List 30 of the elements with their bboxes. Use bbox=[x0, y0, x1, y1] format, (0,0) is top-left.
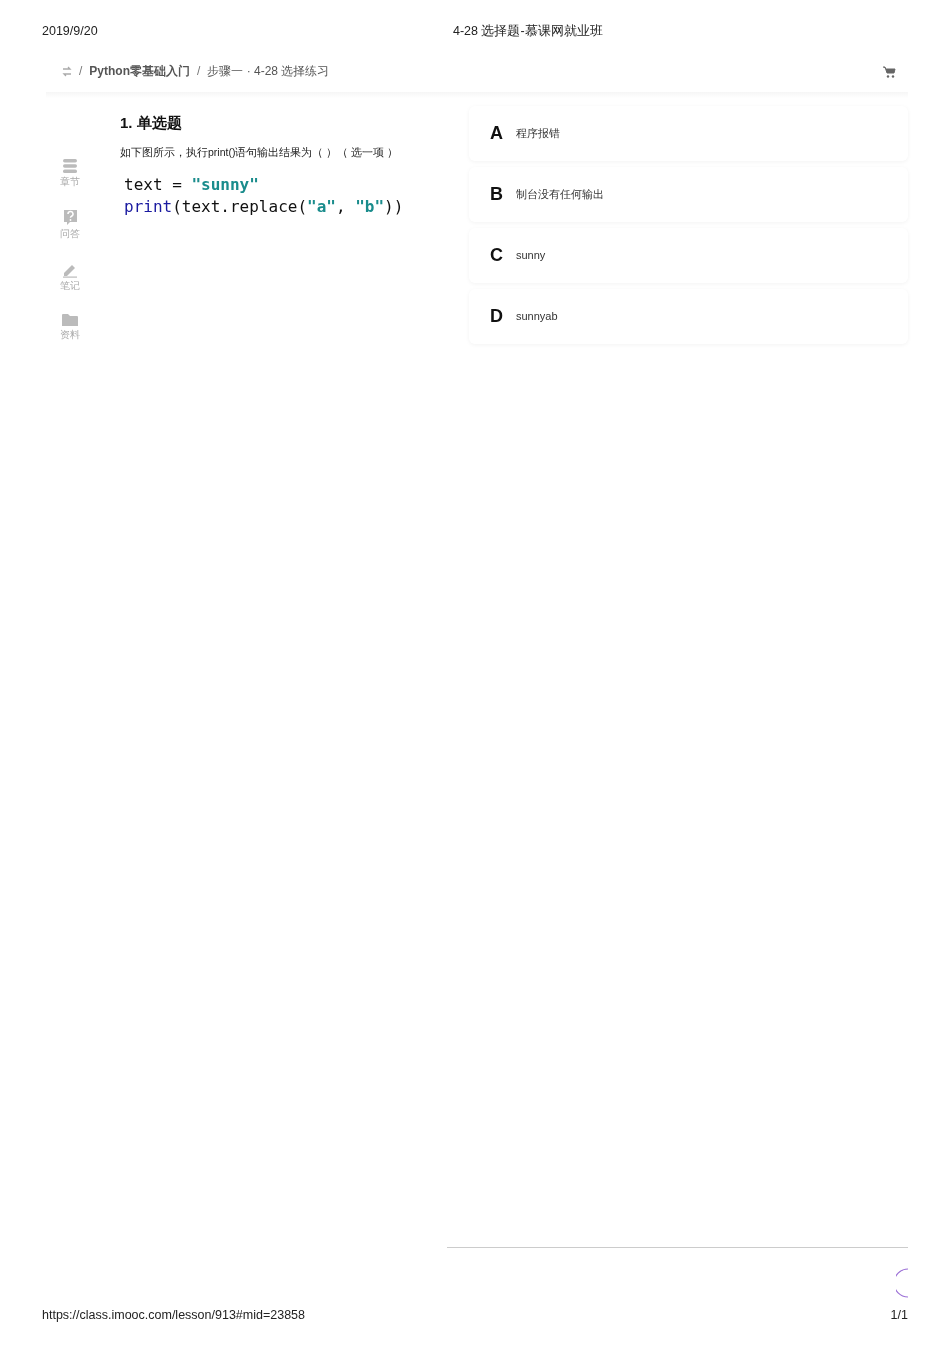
question-icon bbox=[62, 209, 78, 227]
option-text: 程序报错 bbox=[516, 126, 560, 142]
option-card[interactable]: B 制台没有任何输出 bbox=[469, 167, 908, 222]
folder-icon bbox=[62, 312, 78, 327]
spinner-icon bbox=[896, 1268, 908, 1299]
option-text: sunny bbox=[516, 248, 546, 264]
switch-icon[interactable] bbox=[62, 65, 72, 77]
code-line: print(text.replace("a", "b")) bbox=[123, 196, 405, 219]
print-date: 2019/9/20 bbox=[42, 24, 98, 38]
option-card[interactable]: C sunny bbox=[469, 228, 908, 283]
option-card[interactable]: D sunnyab bbox=[469, 289, 908, 344]
option-letter: D bbox=[490, 305, 504, 328]
breadcrumb-separator: / bbox=[79, 63, 83, 80]
page-number: 1/1 bbox=[890, 1307, 908, 1325]
cart-icon[interactable] bbox=[883, 65, 896, 78]
page-url: https://class.imooc.com/lesson/913#mid=23858 bbox=[42, 1307, 305, 1325]
list-icon bbox=[62, 158, 78, 174]
breadcrumb-current: 步骤一 · 4-28 选择练习 bbox=[207, 63, 330, 80]
breadcrumb-separator: / bbox=[197, 63, 201, 80]
option-text: 制台没有任何输出 bbox=[516, 187, 604, 203]
option-text: sunnyab bbox=[516, 309, 558, 325]
code-line: text = "sunny" bbox=[123, 174, 260, 197]
question-title: 1. 单选题 bbox=[120, 113, 183, 133]
question-prompt: 如下图所示，执行print()语句输出结果为（ ）（ 选一项 ） bbox=[120, 144, 400, 160]
option-letter: A bbox=[490, 122, 504, 145]
option-letter: C bbox=[490, 244, 504, 267]
page-title: 4-28 选择题-慕课网就业班 bbox=[453, 23, 603, 40]
option-letter: B bbox=[490, 183, 504, 206]
option-card[interactable]: A 程序报错 bbox=[469, 106, 908, 161]
breadcrumb-link[interactable]: Python零基础入门 bbox=[89, 62, 190, 80]
